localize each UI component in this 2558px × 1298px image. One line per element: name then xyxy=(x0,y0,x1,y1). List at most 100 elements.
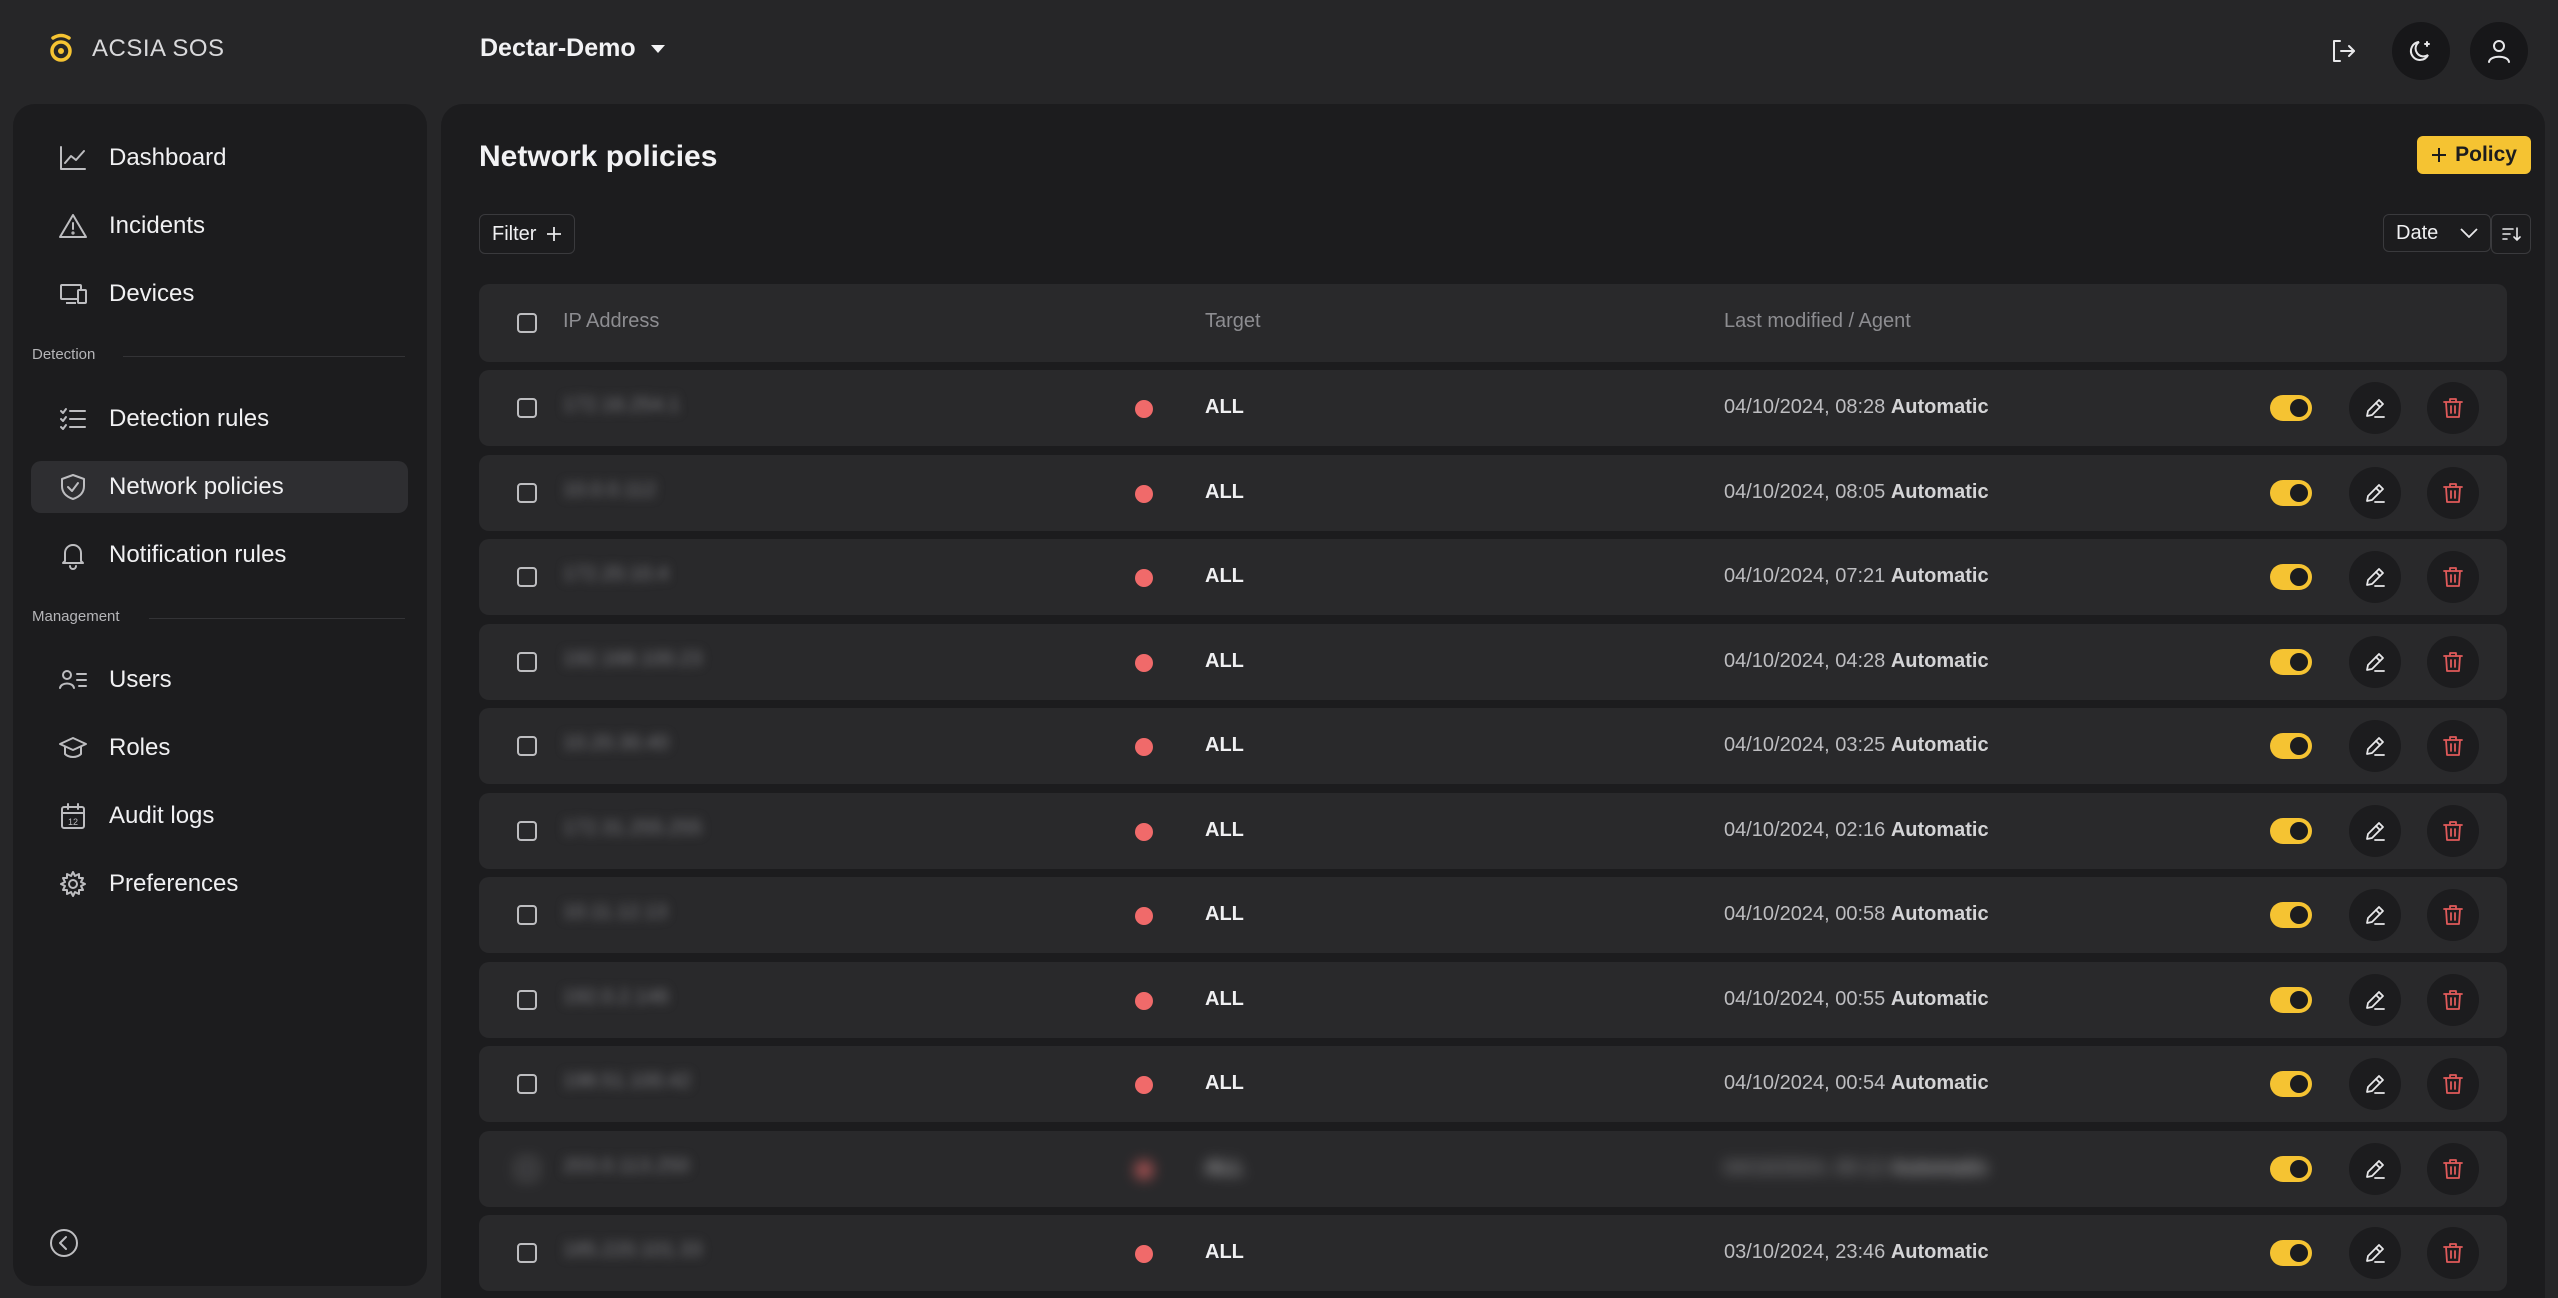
enable-toggle[interactable] xyxy=(2270,1071,2312,1097)
last-modified: 04/10/2024, 08:28 Automatic xyxy=(1724,396,1989,419)
brand[interactable]: ACSIA SOS xyxy=(44,32,225,66)
delete-button[interactable] xyxy=(2427,720,2479,772)
edit-button[interactable] xyxy=(2349,551,2401,603)
table-row[interactable]: 192.0.2.146 ALL 04/10/2024, 00:55 Automa… xyxy=(479,962,2507,1038)
table-row[interactable]: 10.20.30.40 ALL 04/10/2024, 03:25 Automa… xyxy=(479,708,2507,784)
edit-button[interactable] xyxy=(2349,636,2401,688)
delete-button[interactable] xyxy=(2427,1143,2479,1195)
gear-icon xyxy=(57,868,89,900)
delete-button[interactable] xyxy=(2427,467,2479,519)
modified-date: 03/10/2024, 23:46 xyxy=(1724,1241,1886,1263)
user-profile-button[interactable] xyxy=(2470,22,2528,80)
ip-address: 172.31.255.255 xyxy=(563,817,703,839)
pencil-icon xyxy=(2366,822,2385,841)
delete-button[interactable] xyxy=(2427,1058,2479,1110)
enable-toggle[interactable] xyxy=(2270,1240,2312,1266)
row-checkbox[interactable] xyxy=(517,990,537,1010)
row-checkbox[interactable] xyxy=(517,1074,537,1094)
row-checkbox[interactable] xyxy=(517,398,537,418)
enable-toggle[interactable] xyxy=(2270,902,2312,928)
theme-toggle-button[interactable] xyxy=(2392,22,2450,80)
delete-button[interactable] xyxy=(2427,1227,2479,1279)
ip-address: 185.220.101.33 xyxy=(563,1239,703,1261)
column-header-ip[interactable]: IP Address xyxy=(563,310,659,333)
table-header: IP Address Target Last modified / Agent xyxy=(479,284,2507,362)
edit-button[interactable] xyxy=(2349,467,2401,519)
edit-button[interactable] xyxy=(2349,1058,2401,1110)
collapse-sidebar-icon[interactable] xyxy=(47,1226,81,1260)
sidebar-item-audit-logs[interactable]: 12 Audit logs xyxy=(31,790,408,842)
edit-button[interactable] xyxy=(2349,974,2401,1026)
table-row[interactable]: 172.31.255.255 ALL 04/10/2024, 02:16 Aut… xyxy=(479,793,2507,869)
org-selector[interactable]: Dectar-Demo xyxy=(480,34,666,63)
divider xyxy=(149,618,405,619)
row-checkbox[interactable] xyxy=(517,905,537,925)
row-checkbox[interactable] xyxy=(517,1243,537,1263)
sidebar-item-incidents[interactable]: Incidents xyxy=(31,200,408,252)
edit-button[interactable] xyxy=(2349,1143,2401,1195)
row-checkbox[interactable] xyxy=(517,821,537,841)
delete-button[interactable] xyxy=(2427,889,2479,941)
edit-button[interactable] xyxy=(2349,720,2401,772)
table-row[interactable]: 198.51.100.42 ALL 04/10/2024, 00:54 Auto… xyxy=(479,1046,2507,1122)
sidebar-item-devices[interactable]: Devices xyxy=(31,268,408,320)
delete-button[interactable] xyxy=(2427,636,2479,688)
row-checkbox[interactable] xyxy=(517,1159,537,1179)
sidebar-item-notification-rules[interactable]: Notification rules xyxy=(31,529,408,581)
table-row[interactable]: 185.220.101.33 ALL 03/10/2024, 23:46 Aut… xyxy=(479,1215,2507,1291)
sidebar-item-users[interactable]: Users xyxy=(31,654,408,706)
sidebar-item-detection-rules[interactable]: Detection rules xyxy=(31,393,408,445)
shield-check-icon xyxy=(57,471,89,503)
filter-button[interactable]: Filter xyxy=(479,214,576,254)
enable-toggle[interactable] xyxy=(2270,733,2312,759)
sidebar-item-label: Audit logs xyxy=(109,802,215,829)
sort-direction-button[interactable] xyxy=(2491,214,2531,254)
bell-icon xyxy=(57,539,89,571)
target-value: ALL xyxy=(1205,1072,1244,1094)
select-all-checkbox[interactable] xyxy=(517,313,537,333)
delete-button[interactable] xyxy=(2427,974,2479,1026)
column-header-target[interactable]: Target xyxy=(1205,310,1261,333)
enable-toggle[interactable] xyxy=(2270,649,2312,675)
sort-select[interactable]: Date xyxy=(2383,214,2491,252)
column-header-modified[interactable]: Last modified / Agent xyxy=(1724,310,1911,333)
table-row[interactable]: 10.11.12.13 ALL 04/10/2024, 00:58 Automa… xyxy=(479,877,2507,953)
sidebar-item-network-policies[interactable]: Network policies xyxy=(31,461,408,513)
sidebar: Dashboard Incidents Devices Detection De… xyxy=(13,104,427,1286)
graduation-cap-icon xyxy=(57,732,89,764)
delete-button[interactable] xyxy=(2427,551,2479,603)
sidebar-item-preferences[interactable]: Preferences xyxy=(31,858,408,910)
edit-button[interactable] xyxy=(2349,889,2401,941)
add-policy-button[interactable]: Policy xyxy=(2417,136,2531,174)
sidebar-item-roles[interactable]: Roles xyxy=(31,722,408,774)
modified-date: 04/10/2024, 03:25 xyxy=(1724,734,1886,756)
trash-icon xyxy=(2443,652,2463,672)
table-row[interactable]: 172.16.254.1 ALL 04/10/2024, 08:28 Autom… xyxy=(479,370,2507,446)
edit-button[interactable] xyxy=(2349,382,2401,434)
table-row[interactable]: 10.0.0.112 ALL 04/10/2024, 08:05 Automat… xyxy=(479,455,2507,531)
edit-button[interactable] xyxy=(2349,805,2401,857)
enable-toggle[interactable] xyxy=(2270,818,2312,844)
sidebar-item-dashboard[interactable]: Dashboard xyxy=(31,132,408,184)
delete-button[interactable] xyxy=(2427,805,2479,857)
table-row[interactable]: 203.0.113.250 ALL 04/10/2024, 00:12 Auto… xyxy=(479,1131,2507,1207)
row-checkbox[interactable] xyxy=(517,736,537,756)
table-row[interactable]: 172.20.10.4 ALL 04/10/2024, 07:21 Automa… xyxy=(479,539,2507,615)
status-dot xyxy=(1135,485,1153,503)
row-checkbox[interactable] xyxy=(517,652,537,672)
last-modified: 04/10/2024, 02:16 Automatic xyxy=(1724,819,1989,842)
edit-button[interactable] xyxy=(2349,1227,2401,1279)
enable-toggle[interactable] xyxy=(2270,987,2312,1013)
enable-toggle[interactable] xyxy=(2270,395,2312,421)
row-checkbox[interactable] xyxy=(517,483,537,503)
modified-date: 04/10/2024, 08:28 xyxy=(1724,396,1886,418)
enable-toggle[interactable] xyxy=(2270,564,2312,590)
target-value: ALL xyxy=(1205,734,1244,756)
enable-toggle[interactable] xyxy=(2270,1156,2312,1182)
logout-button[interactable] xyxy=(2314,22,2372,80)
row-checkbox[interactable] xyxy=(517,567,537,587)
delete-button[interactable] xyxy=(2427,382,2479,434)
table-row[interactable]: 192.168.100.23 ALL 04/10/2024, 04:28 Aut… xyxy=(479,624,2507,700)
enable-toggle[interactable] xyxy=(2270,480,2312,506)
status-dot xyxy=(1135,1245,1153,1263)
